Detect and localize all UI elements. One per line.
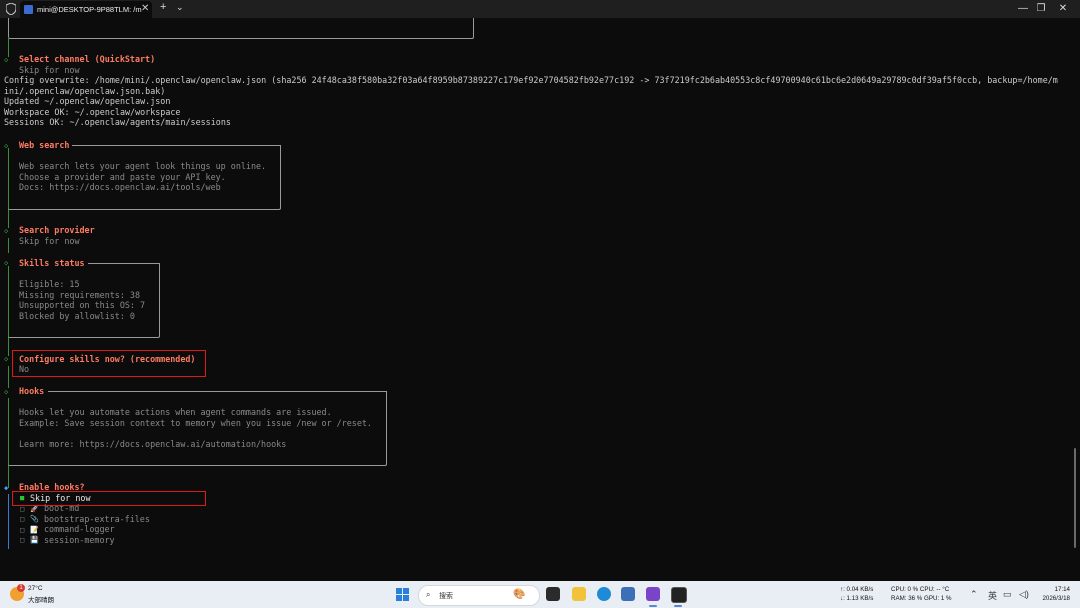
taskbar: 1 27°C 大部晴朗 ⌕ 搜索 🎨 ↑: 0.04 KB/s ↓: 1.13 … bbox=[0, 581, 1080, 608]
search-provider-title: Search provider bbox=[19, 225, 95, 235]
volume-icon[interactable]: ◁) bbox=[1019, 589, 1029, 600]
box-top-border bbox=[88, 263, 160, 264]
cpu-stats: CPU: 0 % CPU: -- °C bbox=[891, 586, 950, 593]
checkbox-icon[interactable]: □ bbox=[20, 514, 24, 524]
tab-close-icon[interactable]: ✕ bbox=[141, 3, 149, 14]
scrollbar-thumb[interactable] bbox=[1074, 448, 1076, 548]
task-view-icon[interactable] bbox=[546, 587, 560, 601]
store-icon[interactable] bbox=[621, 587, 635, 601]
web-search-line: Web search lets your agent look things u… bbox=[19, 161, 267, 171]
clock-date[interactable]: 2026/3/18 bbox=[1040, 595, 1070, 602]
chevron-up-icon[interactable]: ⌃ bbox=[970, 589, 978, 600]
step-diamond-icon: ◇ bbox=[4, 355, 9, 363]
step-diamond-icon: ◇ bbox=[4, 56, 9, 64]
search-provider-value: Skip for now bbox=[19, 235, 80, 246]
flow-bar bbox=[8, 366, 9, 388]
flow-bar bbox=[8, 37, 9, 57]
shield-icon[interactable] bbox=[6, 3, 16, 15]
title-bar: mini@DESKTOP-9P88TLM: /m ✕ + ⌄ — ❐ ✕ bbox=[0, 0, 1080, 18]
clock-time[interactable]: 17:14 bbox=[1040, 586, 1070, 593]
active-step-diamond-icon: ◆ bbox=[4, 484, 9, 492]
net-upload: ↑: 0.04 KB/s bbox=[840, 586, 874, 593]
weather-desc[interactable]: 大部晴朗 bbox=[28, 594, 54, 604]
web-search-title: Web search bbox=[19, 140, 70, 150]
search-icon: ⌕ bbox=[426, 590, 431, 599]
close-button[interactable]: ✕ bbox=[1046, 0, 1080, 18]
workspace-ok-line: Workspace OK: ~/.openclaw/workspace bbox=[4, 106, 181, 117]
terminal-pane[interactable]: ◇ Select channel (QuickStart) Skip for n… bbox=[0, 18, 1080, 581]
flow-bar bbox=[8, 238, 9, 253]
search-highlight-icon: 🎨 bbox=[513, 589, 526, 600]
edge-browser-icon[interactable] bbox=[597, 587, 611, 601]
skills-status-line: Blocked by allowlist: 0 bbox=[19, 310, 135, 321]
terminal-app-icon[interactable] bbox=[671, 587, 687, 603]
checkbox-icon[interactable]: □ bbox=[20, 525, 24, 535]
box-top-border bbox=[72, 145, 281, 146]
web-search-line: Docs: https://docs.openclaw.ai/tools/web bbox=[19, 182, 221, 193]
hook-option-label[interactable]: bootstrap-extra-files bbox=[44, 514, 150, 525]
select-channel-value: Skip for now bbox=[19, 64, 80, 75]
sessions-ok-line: Sessions OK: ~/.openclaw/agents/main/ses… bbox=[4, 117, 231, 128]
terminal-tab[interactable]: mini@DESKTOP-9P88TLM: /m ✕ bbox=[20, 1, 152, 18]
flow-bar bbox=[8, 494, 9, 549]
annotation-highlight-box bbox=[12, 491, 206, 506]
search-placeholder: 搜索 bbox=[439, 593, 453, 600]
hooks-title: Hooks bbox=[19, 385, 45, 396]
floppy-disk-icon: 💾 bbox=[30, 536, 39, 545]
ram-gpu-stats: RAM: 36 % GPU: 1 % bbox=[891, 595, 952, 602]
step-diamond-icon: ◇ bbox=[4, 227, 9, 235]
ubuntu-icon bbox=[24, 5, 33, 14]
skills-status-line: Eligible: 15 bbox=[19, 279, 80, 289]
skills-status-line: Unsupported on this OS: 7 bbox=[19, 300, 146, 311]
box-top-border bbox=[48, 391, 387, 392]
previous-note-box bbox=[8, 18, 474, 39]
chevron-down-icon[interactable]: ⌄ bbox=[176, 2, 184, 13]
ime-indicator[interactable]: 英 bbox=[988, 589, 997, 602]
memo-icon: 📝 bbox=[30, 525, 39, 534]
windows-start-icon[interactable] bbox=[396, 588, 409, 601]
new-tab-button[interactable]: + bbox=[160, 1, 166, 13]
running-indicator bbox=[674, 605, 682, 607]
hook-option-label[interactable]: session-memory bbox=[44, 535, 115, 546]
checkbox-icon[interactable]: □ bbox=[20, 535, 24, 545]
skills-status-line: Missing requirements: 38 bbox=[19, 289, 141, 300]
config-overwrite-line-2: ini/.openclaw/openclaw.json.bak) bbox=[4, 85, 166, 96]
file-explorer-icon[interactable] bbox=[572, 587, 586, 601]
net-download: ↓: 1.13 KB/s bbox=[840, 595, 874, 602]
tab-title: mini@DESKTOP-9P88TLM: /m bbox=[37, 5, 142, 14]
skills-status-title: Skills status bbox=[19, 257, 85, 268]
updated-line: Updated ~/.openclaw/openclaw.json bbox=[4, 96, 171, 107]
hooks-box bbox=[8, 391, 387, 466]
hooks-line: Hooks let you automate actions when agen… bbox=[19, 407, 332, 417]
notification-badge: 1 bbox=[17, 584, 25, 592]
hooks-line: Example: Save session context to memory … bbox=[19, 417, 372, 428]
search-box[interactable]: ⌕ 搜索 🎨 bbox=[418, 585, 540, 606]
select-channel-title: Select channel (QuickStart) bbox=[19, 54, 156, 64]
web-search-line: Choose a provider and paste your API key… bbox=[19, 171, 226, 182]
annotation-highlight-box bbox=[12, 349, 206, 377]
network-icon[interactable]: ▭ bbox=[1003, 589, 1012, 600]
config-overwrite-line-1: Config overwrite: /home/mini/.openclaw/o… bbox=[4, 75, 1058, 85]
running-indicator bbox=[649, 605, 657, 607]
hooks-line: Learn more: https://docs.openclaw.ai/aut… bbox=[19, 438, 287, 449]
weather-temp[interactable]: 27°C bbox=[28, 585, 43, 592]
app-icon[interactable] bbox=[646, 587, 660, 601]
paperclip-icon: 📎 bbox=[30, 515, 39, 524]
hook-option-label[interactable]: command-logger bbox=[44, 524, 115, 535]
